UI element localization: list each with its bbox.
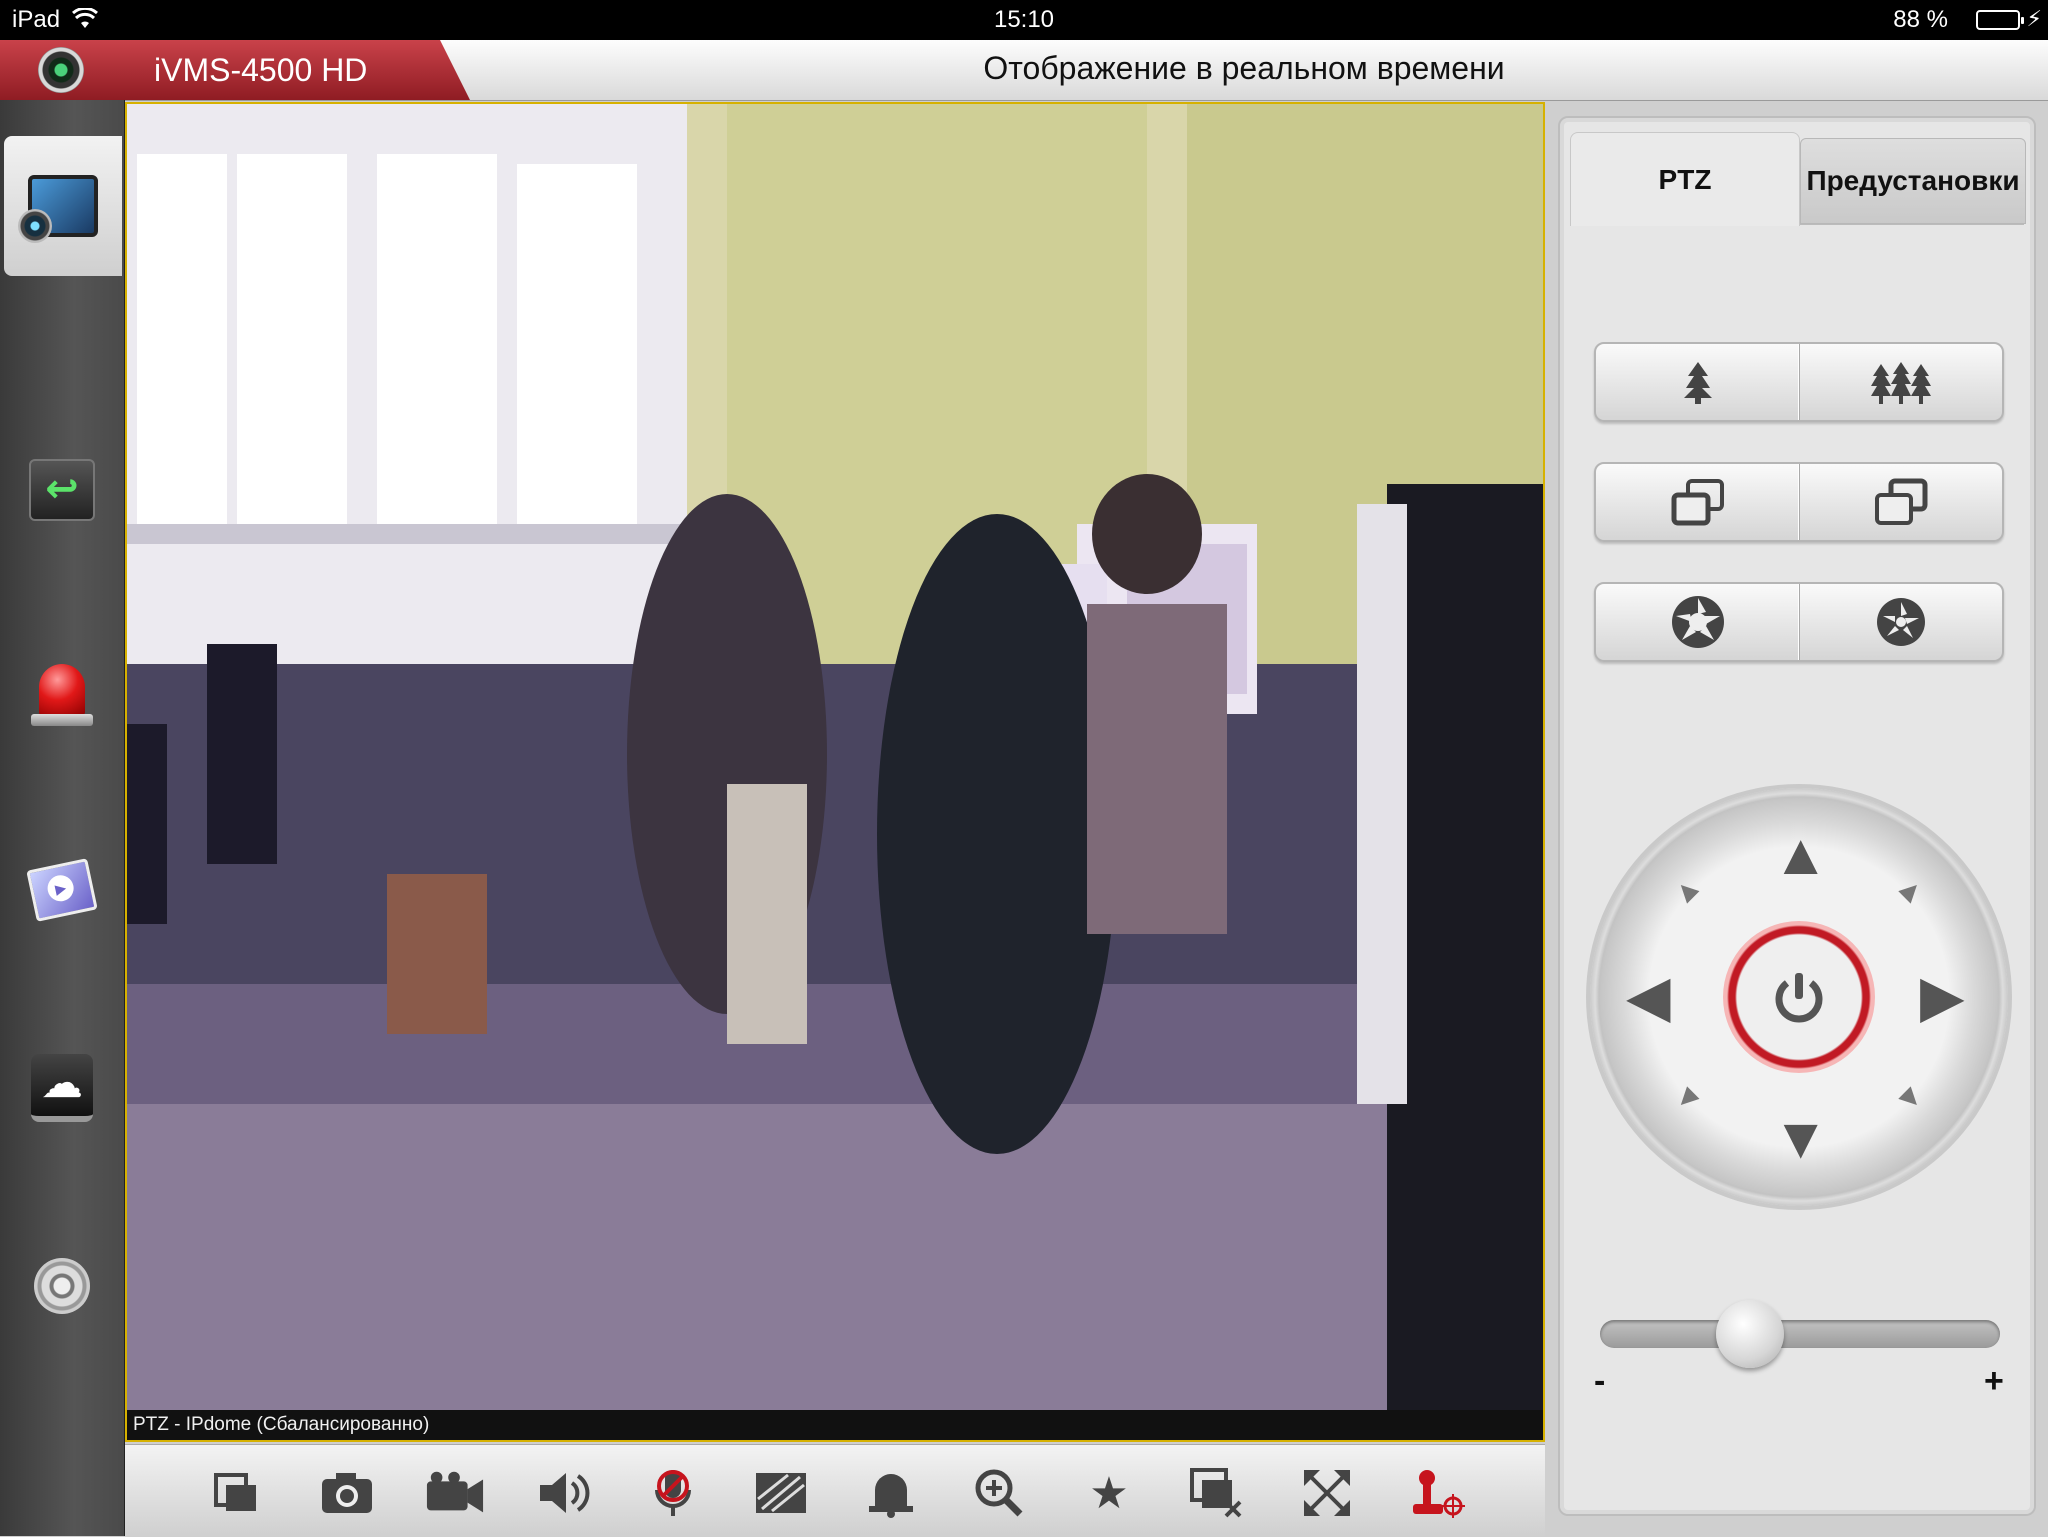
iris-close-button[interactable] <box>1798 584 2002 660</box>
focus-far-icon <box>1874 478 1927 525</box>
battery-percent: 88 % <box>1893 6 1948 33</box>
app-logo-icon[interactable] <box>38 47 84 93</box>
charging-icon: ⚡ <box>2026 6 2042 31</box>
sidebar-item-cloud[interactable]: ☁ <box>4 1018 120 1158</box>
rotate-icon <box>1775 973 1823 1023</box>
auto-scan-button[interactable] <box>1723 921 1875 1073</box>
live-video-view[interactable]: PTZ - IPdome (Сбалансированно) <box>125 102 1545 1442</box>
cloud-icon: ☁ <box>31 1054 93 1122</box>
zoom-button-group <box>1594 342 2004 422</box>
zoom-out-button[interactable] <box>1798 344 2002 420</box>
ptz-control-icon[interactable] <box>1407 1465 1467 1521</box>
iris-button-group <box>1594 582 2004 662</box>
page-title: Отображение в реальном времени <box>983 50 1505 86</box>
camera-icon <box>18 175 98 243</box>
sidebar-item-gallery[interactable] <box>4 820 120 960</box>
tab-divider <box>1800 224 2024 225</box>
live-view-toolbar: ★ <box>125 1444 1545 1537</box>
tab-ptz[interactable]: PTZ <box>1570 132 1800 226</box>
camera-feed <box>127 104 1543 1410</box>
focus-button-group <box>1594 462 2004 542</box>
talk-icon[interactable] <box>643 1465 703 1521</box>
video-caption: PTZ - IPdome (Сбалансированно) <box>127 1410 1543 1440</box>
close-all-icon[interactable] <box>1187 1465 1247 1521</box>
image-quality-icon[interactable] <box>751 1465 811 1521</box>
pan-left-button[interactable]: ◀ <box>1626 968 1671 1026</box>
ptz-speed-slider[interactable] <box>1600 1300 2000 1368</box>
pan-down-button[interactable]: ▼ <box>1772 1110 1829 1168</box>
tab-presets[interactable]: Предустановки <box>1800 138 2026 224</box>
battery-icon <box>1976 10 2024 30</box>
app-name: iVMS-4500 HD <box>154 52 368 88</box>
forest-icon <box>1870 362 1931 404</box>
sidebar: ↩ ☁ <box>0 100 125 1536</box>
playback-icon: ↩ <box>29 459 95 521</box>
slider-thumb[interactable] <box>1716 1300 1784 1368</box>
slider-min-label: - <box>1594 1362 1606 1400</box>
record-icon[interactable] <box>425 1465 485 1521</box>
favorite-icon[interactable]: ★ <box>1079 1465 1139 1521</box>
audio-icon[interactable] <box>535 1465 595 1521</box>
iris-open-button[interactable] <box>1596 584 1800 660</box>
focus-near-button[interactable] <box>1596 464 1800 540</box>
iris-open-icon <box>1671 596 1724 648</box>
alarm-output-icon[interactable] <box>861 1465 921 1521</box>
pan-down-right-button[interactable]: ▲ <box>1889 1077 1933 1121</box>
digital-zoom-icon[interactable] <box>969 1465 1029 1521</box>
status-bar: iPad 15:10 88 % ⚡ <box>0 0 2048 40</box>
ptz-direction-pad: ▲ ▼ ◀ ▶ ▲ ▲ ▲ ▲ <box>1590 788 2008 1206</box>
sidebar-item-live-view[interactable] <box>4 136 122 276</box>
clock: 15:10 <box>993 6 1055 33</box>
fullscreen-icon[interactable] <box>1297 1465 1357 1521</box>
pan-up-right-button[interactable]: ▲ <box>1889 868 1933 912</box>
layout-icon[interactable] <box>207 1465 267 1521</box>
pan-up-left-button[interactable]: ▲ <box>1664 868 1708 912</box>
title-bar: iVMS-4500 HD Отображение в реальном врем… <box>0 40 2048 101</box>
pan-right-button[interactable]: ▶ <box>1920 968 1965 1026</box>
iris-close-icon <box>1876 598 1925 646</box>
slider-max-label: + <box>1984 1362 2004 1400</box>
ptz-panel: PTZ Предустановки ▲ ▼ ◀ ▶ ▲ ▲ ▲ ▲ - + <box>1558 116 2036 1516</box>
focus-near-icon <box>1671 479 1724 526</box>
gallery-icon <box>26 858 98 922</box>
alarm-siren-icon <box>31 664 93 726</box>
gear-icon <box>34 1258 90 1314</box>
sidebar-item-settings[interactable] <box>4 1216 120 1356</box>
single-tree-icon <box>1683 362 1712 404</box>
pan-up-button[interactable]: ▲ <box>1772 826 1829 884</box>
snapshot-icon[interactable] <box>317 1465 377 1521</box>
zoom-in-button[interactable] <box>1596 344 1800 420</box>
sidebar-item-alarm[interactable] <box>4 620 120 760</box>
focus-far-button[interactable] <box>1798 464 2002 540</box>
pan-down-left-button[interactable]: ▲ <box>1664 1077 1708 1121</box>
sidebar-item-playback[interactable]: ↩ <box>4 420 120 560</box>
